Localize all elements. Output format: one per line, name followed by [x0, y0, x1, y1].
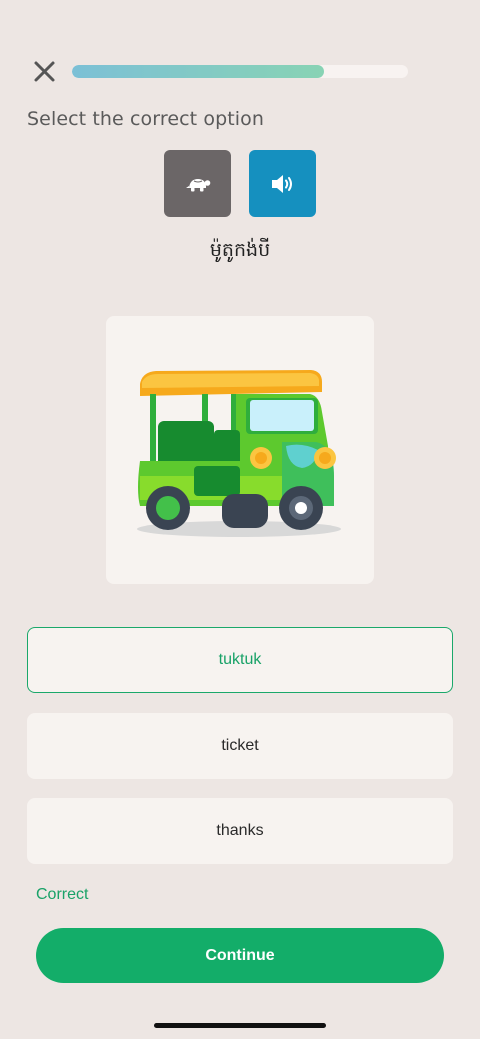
question-prompt: Select the correct option [27, 108, 265, 130]
feedback-text: Correct [36, 886, 89, 903]
option-tuktuk[interactable]: tuktuk [27, 627, 453, 693]
tuktuk-illustration [137, 370, 341, 537]
continue-button[interactable]: Continue [36, 928, 444, 983]
home-indicator [154, 1023, 326, 1028]
progress-bar [72, 65, 408, 78]
target-word: ម៉ូតូកង់បី [209, 239, 271, 261]
progress-fill [72, 65, 324, 78]
slow-audio-button[interactable] [164, 150, 231, 217]
turtle-icon [185, 178, 210, 191]
image-card [106, 316, 374, 584]
close-button[interactable] [28, 56, 60, 88]
option-thanks[interactable]: thanks [27, 798, 453, 864]
speaker-icon [271, 174, 292, 193]
option-ticket[interactable]: ticket [27, 713, 453, 779]
close-icon [34, 61, 55, 82]
play-audio-button[interactable] [249, 150, 316, 217]
